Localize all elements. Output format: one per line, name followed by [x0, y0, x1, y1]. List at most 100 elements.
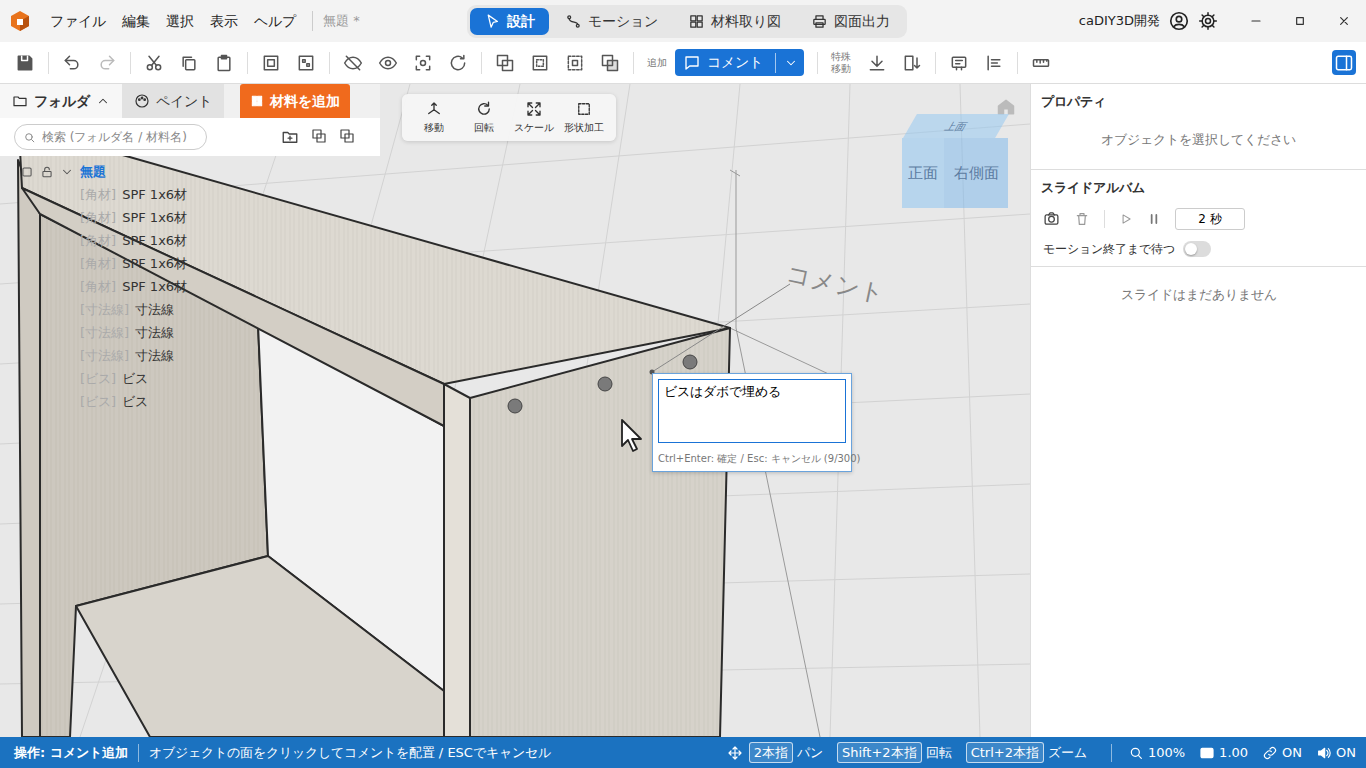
- dup4-button[interactable]: [600, 52, 620, 73]
- new-folder-icon[interactable]: [281, 128, 299, 146]
- render-scale[interactable]: 1.00: [1219, 743, 1248, 763]
- view-cube[interactable]: 上面正面右側面: [902, 114, 1012, 214]
- align-icon: [984, 53, 1004, 73]
- drop-button[interactable]: [867, 52, 887, 73]
- mode-tab[interactable]: 図面出力: [797, 8, 904, 35]
- wait-toggle[interactable]: [1183, 241, 1211, 257]
- link-status[interactable]: ON: [1282, 743, 1302, 763]
- collapse-all-icon[interactable]: [339, 128, 355, 144]
- mode-tab[interactable]: 材料取り図: [674, 8, 795, 35]
- undo-icon: [62, 53, 82, 73]
- cut-button[interactable]: [144, 52, 164, 73]
- tree-item[interactable]: [角材]SPF 1x6材: [20, 275, 187, 298]
- frame-button[interactable]: [261, 52, 281, 73]
- shelf-model[interactable]: [0, 84, 1030, 737]
- comment-input[interactable]: ビスはダボで埋める: [658, 379, 846, 443]
- operation-label: 操作: コメント追加: [14, 743, 128, 763]
- gesture-action: パン: [797, 743, 823, 763]
- lock-icon[interactable]: [40, 165, 54, 179]
- tree-item[interactable]: [寸法線]寸法線: [20, 344, 187, 367]
- panel-toggle-button[interactable]: [1332, 50, 1356, 75]
- zoom-level[interactable]: 100%: [1148, 743, 1185, 763]
- add-material-button[interactable]: 材料を追加: [240, 84, 350, 118]
- app-logo-icon: [8, 9, 32, 33]
- dup1-button[interactable]: [495, 52, 515, 73]
- close-icon[interactable]: [1336, 13, 1352, 29]
- trash-icon[interactable]: [1074, 211, 1090, 227]
- drop2-button[interactable]: [902, 52, 922, 73]
- tree-item[interactable]: [角材]SPF 1x6材: [20, 206, 187, 229]
- panel-tab[interactable]: ペイント: [122, 84, 224, 118]
- paste-button[interactable]: [214, 52, 234, 73]
- gear-icon[interactable]: [1198, 11, 1218, 31]
- slide-album-title: スライドアルバム: [1031, 170, 1366, 206]
- operation-hint: オブジェクトの面をクリックしてコメントを配置 / ESCでキャンセル: [149, 743, 551, 763]
- frame-icon: [261, 53, 281, 73]
- tool-button[interactable]: スケール: [512, 100, 556, 135]
- comment-button[interactable]: コメント: [675, 49, 804, 76]
- dims-button[interactable]: [949, 52, 969, 73]
- redo-icon: [97, 53, 117, 73]
- camera-icon[interactable]: [1043, 210, 1060, 227]
- ungroup-button[interactable]: [296, 52, 316, 73]
- item-name: ビス: [122, 369, 148, 389]
- checkbox-icon[interactable]: [20, 165, 34, 179]
- move-icon: [425, 100, 443, 118]
- minimize-icon[interactable]: [1248, 13, 1264, 29]
- menu-item[interactable]: 表示: [204, 9, 244, 34]
- pan-icon: [727, 745, 743, 761]
- menu-item[interactable]: 編集: [116, 9, 156, 34]
- menu-item[interactable]: 選択: [160, 9, 200, 34]
- redo-button[interactable]: [97, 52, 117, 73]
- ruler-button[interactable]: [1031, 52, 1051, 73]
- save-button[interactable]: [15, 52, 35, 73]
- tool-button[interactable]: 形状加工: [562, 100, 606, 135]
- search-field[interactable]: [14, 124, 207, 150]
- reset-button[interactable]: [448, 52, 468, 73]
- focus-button[interactable]: [413, 52, 433, 73]
- tree-item[interactable]: [寸法線]寸法線: [20, 298, 187, 321]
- tree-root[interactable]: 無題: [20, 160, 187, 183]
- item-kind: [寸法線]: [80, 346, 129, 366]
- tool-button[interactable]: 回転: [462, 100, 506, 135]
- comment-marker[interactable]: コメント: [783, 256, 888, 312]
- tree-item[interactable]: [角材]SPF 1x6材: [20, 252, 187, 275]
- properties-title: プロパティ: [1031, 84, 1366, 120]
- cube-front-face[interactable]: 正面: [902, 138, 944, 208]
- sound-status[interactable]: ON: [1336, 743, 1356, 763]
- menu-item[interactable]: ヘルプ: [248, 9, 302, 34]
- item-kind: [寸法線]: [80, 300, 129, 320]
- dup3-button[interactable]: [565, 52, 585, 73]
- ungroup-icon: [296, 53, 316, 73]
- expand-all-icon[interactable]: [311, 128, 327, 144]
- tree-item[interactable]: [角材]SPF 1x6材: [20, 183, 187, 206]
- mode-tab[interactable]: モーション: [551, 8, 672, 35]
- undo-button[interactable]: [62, 52, 82, 73]
- play-icon[interactable]: [1119, 212, 1133, 226]
- maximize-icon[interactable]: [1292, 13, 1308, 29]
- copy-button[interactable]: [179, 52, 199, 73]
- cube-top-face[interactable]: 上面: [903, 114, 1009, 138]
- user-icon[interactable]: [1168, 10, 1190, 32]
- search-input[interactable]: [40, 127, 198, 147]
- tree-item[interactable]: [ビス]ビス: [20, 390, 187, 413]
- eyeoff-button[interactable]: [343, 52, 363, 73]
- cube-right-face[interactable]: 右側面: [944, 138, 1008, 208]
- tree-item[interactable]: [角材]SPF 1x6材: [20, 229, 187, 252]
- chevron-down-icon[interactable]: [784, 56, 798, 70]
- tool-button[interactable]: 移動: [412, 100, 456, 135]
- interval-input[interactable]: [1175, 208, 1245, 230]
- pause-icon[interactable]: [1147, 212, 1161, 226]
- palette-icon: [134, 93, 150, 109]
- align-button[interactable]: [984, 52, 1004, 73]
- tree-item[interactable]: [寸法線]寸法線: [20, 321, 187, 344]
- chevron-up-icon: [96, 94, 110, 108]
- mode-tab[interactable]: 設計: [470, 8, 549, 35]
- tree-item[interactable]: [ビス]ビス: [20, 367, 187, 390]
- eye-button[interactable]: [378, 52, 398, 73]
- viewport[interactable]: フォルダペイント材料を追加無題[角材]SPF 1x6材[角材]SPF 1x6材[…: [0, 84, 1030, 737]
- panel-tab[interactable]: フォルダ: [0, 84, 122, 118]
- dup2-button[interactable]: [530, 52, 550, 73]
- chevron-icon[interactable]: [60, 165, 74, 179]
- menu-item[interactable]: ファイル: [44, 9, 112, 34]
